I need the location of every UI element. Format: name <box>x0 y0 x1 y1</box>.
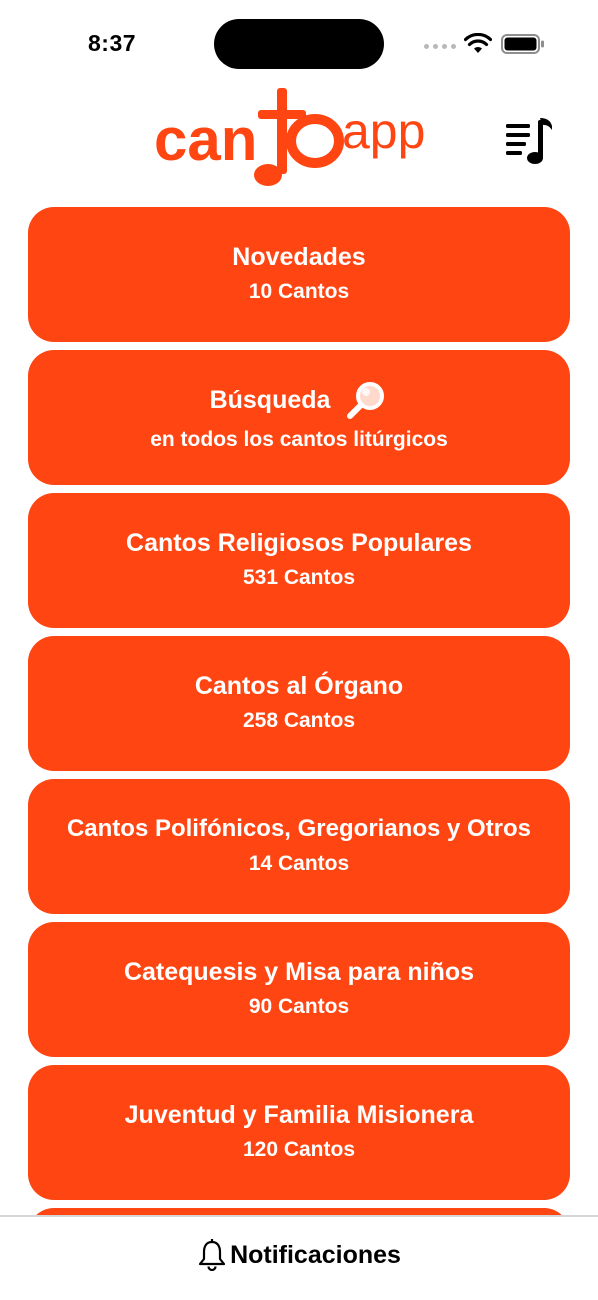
menu-item-cantos-polifonicos[interactable]: Cantos Polifónicos, Gregorianos y Otros … <box>28 779 570 914</box>
menu-item-title-row: Búsqueda <box>210 378 389 422</box>
menu-item-subtitle: 258 Cantos <box>242 708 356 732</box>
bell-icon <box>198 1239 226 1271</box>
cellular-signal-icon <box>424 44 456 50</box>
menu-item-catequesis[interactable]: Catequesis y Misa para niños 90 Cantos <box>28 922 570 1057</box>
magnifier-icon <box>347 381 385 419</box>
app-header: can to app <box>0 86 598 198</box>
svg-text:can: can <box>154 106 257 173</box>
music-list-icon <box>506 118 552 164</box>
menu-item-subtitle: 14 Cantos <box>248 851 350 875</box>
dynamic-island <box>214 19 384 69</box>
menu-item-subtitle: 531 Cantos <box>242 565 356 589</box>
wifi-icon <box>464 33 492 53</box>
menu-item-title: Búsqueda <box>209 385 331 414</box>
bottom-bar: Notificaciones <box>0 1215 598 1300</box>
menu-item-cantos-al-organo[interactable]: Cantos al Órgano 258 Cantos <box>28 636 570 771</box>
status-time: 8:37 <box>88 30 137 56</box>
menu-item-subtitle: 10 Cantos <box>248 279 350 303</box>
status-bar: 8:37 <box>0 0 598 86</box>
cantoapp-logo: can to app <box>154 88 425 186</box>
menu-item-cantos-religiosos-populares[interactable]: Cantos Religiosos Populares 531 Cantos <box>28 493 570 628</box>
menu-item-subtitle: 90 Cantos <box>248 994 350 1018</box>
playlist-button[interactable] <box>500 112 556 168</box>
menu-item-juventud[interactable]: Juventud y Familia Misionera 120 Cantos <box>28 1065 570 1200</box>
menu-item-novedades[interactable]: Novedades 10 Cantos <box>28 207 570 342</box>
battery-icon <box>501 34 544 54</box>
menu-item-title: Cantos al Órgano <box>194 671 404 700</box>
menu-item-subtitle: en todos los cantos litúrgicos <box>150 427 448 451</box>
menu-item-title: Cantos Religiosos Populares <box>126 528 472 557</box>
menu-item-title: Novedades <box>232 242 366 271</box>
notifications-button[interactable]: Notificaciones <box>0 1235 598 1275</box>
menu-list: Novedades 10 Cantos Búsqueda en todos lo… <box>28 207 570 1256</box>
menu-item-title: Catequesis y Misa para niños <box>123 957 475 986</box>
menu-item-title: Juventud y Familia Misionera <box>124 1100 474 1129</box>
notifications-label: Notificaciones <box>230 1240 401 1269</box>
menu-item-busqueda[interactable]: Búsqueda en todos los cantos litúrgicos <box>28 350 570 485</box>
menu-item-title: Cantos Polifónicos, Gregorianos y Otros <box>66 814 532 842</box>
menu-item-subtitle: 120 Cantos <box>242 1137 356 1161</box>
svg-text:app: app <box>342 103 425 159</box>
